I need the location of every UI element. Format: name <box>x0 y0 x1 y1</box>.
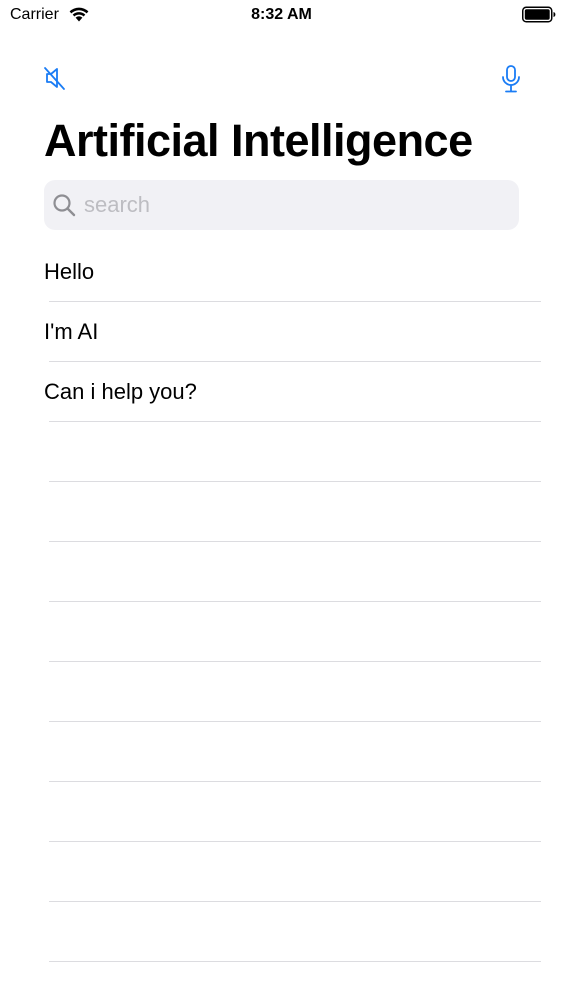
list-item[interactable] <box>0 902 563 962</box>
list-item[interactable] <box>0 482 563 542</box>
list-item-label: I'm AI <box>44 319 99 344</box>
status-time: 8:32 AM <box>251 6 312 23</box>
list-item[interactable] <box>0 602 563 662</box>
list-item[interactable] <box>0 662 563 722</box>
status-bar: Carrier 8:32 AM <box>0 0 563 30</box>
page-title: Artificial Intelligence <box>44 115 473 166</box>
list-item[interactable]: I'm AI <box>0 302 563 362</box>
microphone-icon <box>502 65 520 93</box>
list-item[interactable] <box>0 722 563 782</box>
list-item[interactable] <box>0 422 563 482</box>
search-bar[interactable] <box>44 180 519 230</box>
search-input[interactable] <box>84 180 509 230</box>
search-icon <box>53 194 76 217</box>
list-item[interactable]: Hello <box>0 242 563 302</box>
battery-icon <box>522 6 556 23</box>
list-item-label: Can i help you? <box>44 379 197 404</box>
microphone-button[interactable] <box>496 63 526 95</box>
mute-button[interactable] <box>40 62 70 94</box>
list-item-label: Hello <box>44 259 95 284</box>
app-screen: Carrier 8:32 AM Artificial Intelligence <box>0 0 563 1000</box>
list-item[interactable] <box>0 542 563 602</box>
list-item[interactable] <box>0 842 563 902</box>
speaker-muted-icon <box>44 67 65 90</box>
list-item[interactable] <box>0 782 563 842</box>
message-list: Hello I'm AI Can i help you? <box>0 242 563 962</box>
list-item[interactable]: Can i help you? <box>0 362 563 422</box>
